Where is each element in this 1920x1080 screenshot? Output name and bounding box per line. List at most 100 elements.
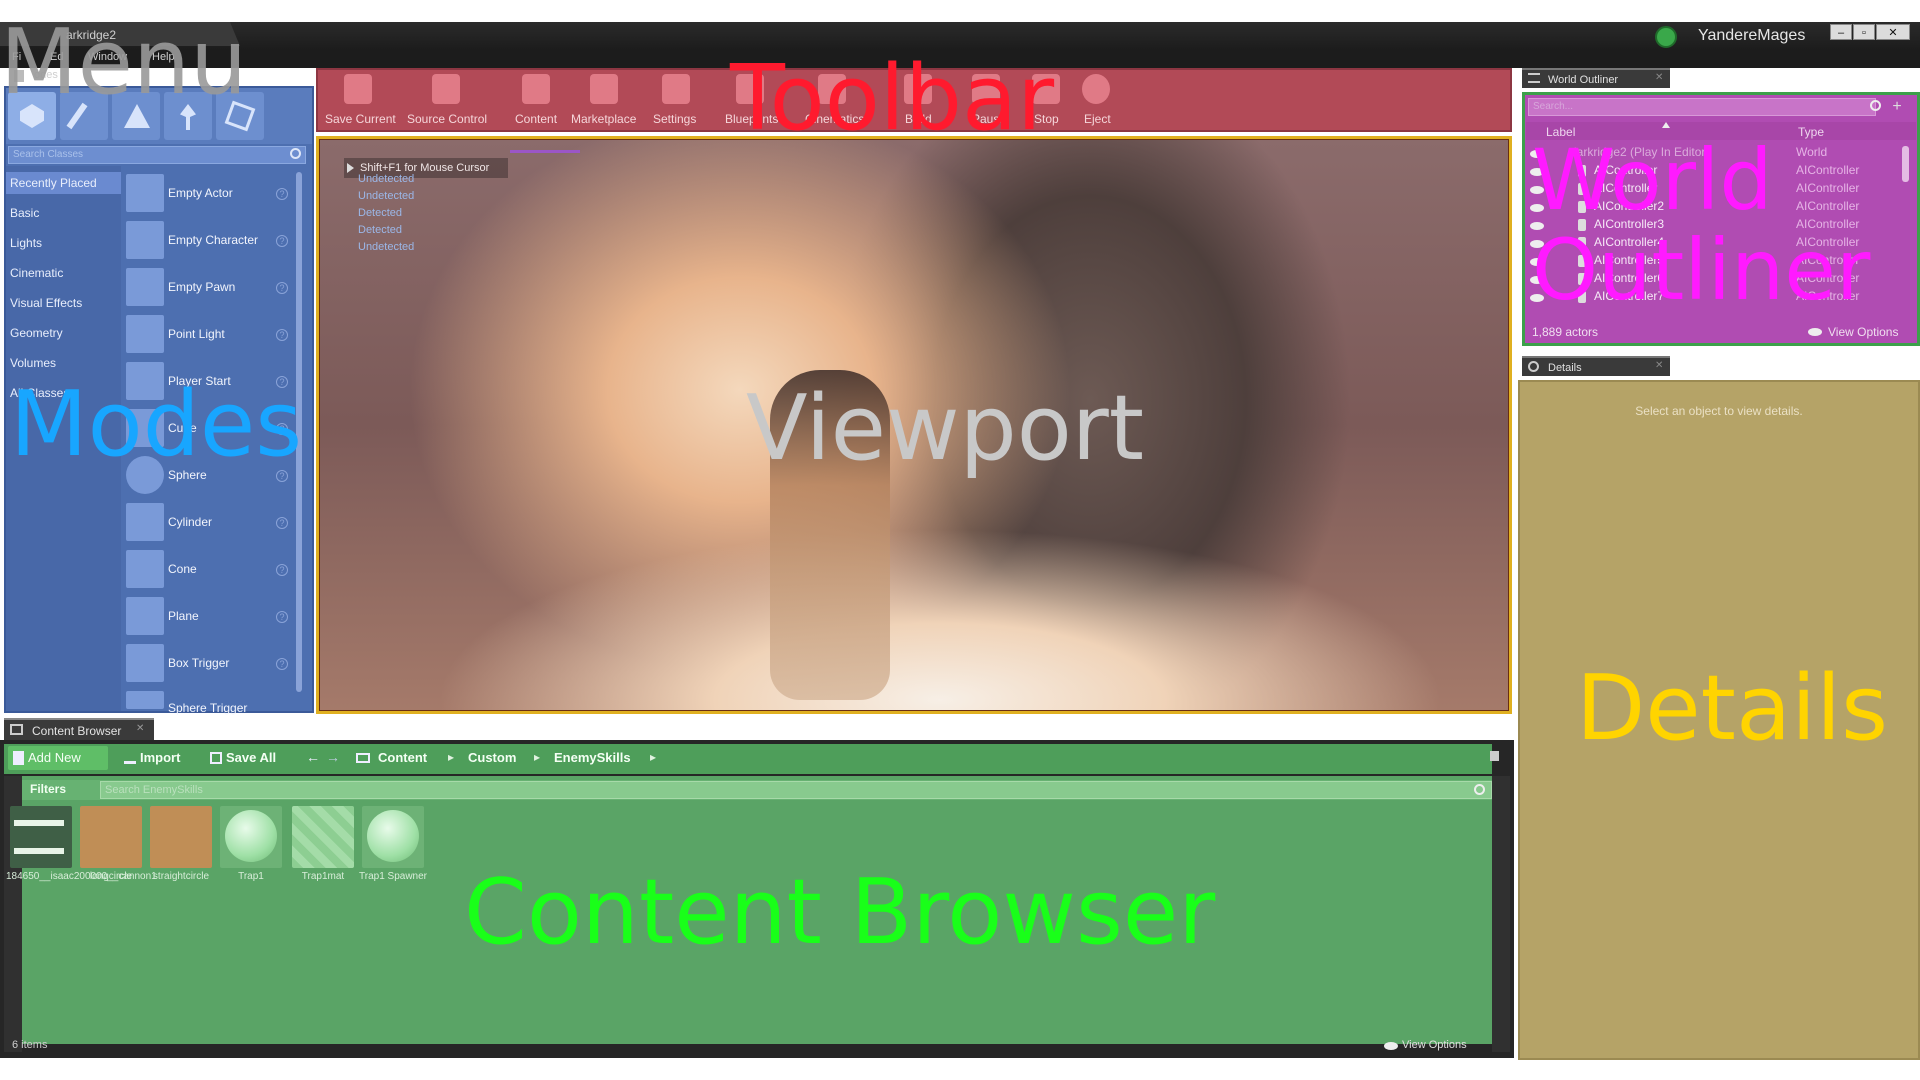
category-volumes[interactable]: Volumes (10, 356, 56, 370)
outliner-search-input[interactable]: Search... (1528, 98, 1876, 116)
place-item-sphere[interactable]: Sphere (168, 468, 207, 482)
category-recently-placed[interactable]: Recently Placed (6, 172, 121, 194)
viewport[interactable] (320, 140, 1508, 710)
help-icon[interactable]: ? (276, 376, 288, 388)
close-icon[interactable]: ✕ (1655, 360, 1663, 371)
category-geometry[interactable]: Geometry (10, 326, 63, 340)
type-column-header[interactable]: Type (1798, 125, 1824, 139)
help-icon[interactable]: ? (276, 329, 288, 341)
visibility-eye-icon[interactable] (1530, 276, 1544, 284)
menu-help[interactable]: Help (152, 51, 175, 63)
back-arrow-icon[interactable]: ← (306, 749, 320, 765)
material-icon[interactable] (80, 806, 142, 868)
category-cinematic[interactable]: Cinematic (10, 266, 63, 280)
paint-mode-tab[interactable] (60, 92, 108, 140)
visibility-eye-icon[interactable] (1530, 150, 1544, 158)
outliner-row-label[interactable]: AIController7 (1594, 289, 1664, 303)
outliner-row-label[interactable]: AIController3 (1594, 217, 1664, 231)
outliner-row-label[interactable]: AIController5 (1594, 253, 1664, 267)
place-item-empty-actor[interactable]: Empty Actor (168, 186, 233, 200)
sound-wave-icon[interactable] (10, 806, 72, 868)
place-item-plane[interactable]: Plane (168, 609, 199, 623)
settings-button[interactable]: Settings (653, 112, 696, 126)
save-all-button[interactable]: Save All (226, 750, 276, 765)
content-button[interactable]: Content (515, 112, 557, 126)
category-basic[interactable]: Basic (10, 206, 39, 220)
texture-icon[interactable] (292, 806, 354, 868)
world-outliner-tab[interactable]: World Outliner (1522, 68, 1670, 88)
help-icon[interactable]: ? (276, 188, 288, 200)
menu-window[interactable]: Window (88, 51, 127, 63)
classes-search-input[interactable]: Search Classes (8, 146, 306, 164)
outliner-row-label[interactable]: darkridge2 (Play In Editor) (1570, 145, 1709, 159)
modes-tab-label[interactable]: odes (34, 69, 58, 81)
add-icon[interactable]: + (1888, 98, 1906, 116)
content-browser-tab[interactable]: Content Browser (4, 718, 154, 740)
source-control-button[interactable]: Source Control (407, 112, 487, 126)
stop-button[interactable]: Stop (1034, 112, 1059, 126)
visibility-eye-icon[interactable] (1530, 204, 1544, 212)
save-current-button[interactable]: Save Current (325, 112, 396, 126)
modes-scrollbar[interactable] (296, 172, 302, 692)
import-button[interactable]: Import (140, 750, 180, 765)
visibility-eye-icon[interactable] (1530, 168, 1544, 176)
filters-button[interactable]: Filters (30, 782, 66, 796)
outliner-scrollbar[interactable] (1902, 146, 1909, 182)
view-options-button[interactable]: View Options (1402, 1039, 1467, 1051)
place-item-player-start[interactable]: Player Start (168, 374, 231, 388)
breadcrumb-enemyskills[interactable]: EnemySkills (554, 750, 631, 765)
category-all-classes[interactable]: All Classes (10, 386, 69, 400)
place-item-box-trigger[interactable]: Box Trigger (168, 656, 229, 670)
place-item-empty-pawn[interactable]: Empty Pawn (168, 280, 235, 294)
visibility-eye-icon[interactable] (1530, 258, 1544, 266)
details-tab[interactable]: Details (1522, 356, 1670, 376)
help-icon[interactable]: ? (276, 658, 288, 670)
outliner-row-label[interactable]: AIController4 (1594, 235, 1664, 249)
outliner-row-label[interactable]: AIController (1594, 163, 1657, 177)
material-icon[interactable] (150, 806, 212, 868)
eject-button[interactable]: Eject (1084, 112, 1111, 126)
help-icon[interactable]: ? (276, 282, 288, 294)
close-window-button[interactable]: ✕ (1876, 24, 1910, 40)
minimize-button[interactable]: – (1830, 24, 1852, 40)
help-icon[interactable]: ? (276, 470, 288, 482)
visibility-eye-icon[interactable] (1530, 222, 1544, 230)
category-visual-effects[interactable]: Visual Effects (10, 296, 82, 310)
outliner-view-options[interactable]: View Options (1828, 325, 1898, 339)
outliner-row-label[interactable]: AIController6 (1594, 271, 1664, 285)
help-icon[interactable]: ? (276, 611, 288, 623)
help-icon[interactable]: ? (276, 423, 288, 435)
help-icon[interactable]: ? (276, 517, 288, 529)
visibility-eye-icon[interactable] (1530, 294, 1544, 302)
close-icon[interactable]: ✕ (136, 723, 144, 734)
category-lights[interactable]: Lights (10, 236, 42, 250)
menu-file[interactable]: Fi (12, 51, 21, 63)
pause-button[interactable]: Pause (972, 112, 1006, 126)
breadcrumb-content[interactable]: Content (378, 750, 427, 765)
label-column-header[interactable]: Label (1546, 125, 1575, 139)
place-item-point-light[interactable]: Point Light (168, 327, 225, 341)
place-item-empty-character[interactable]: Empty Character (168, 233, 258, 247)
help-icon[interactable]: ? (276, 564, 288, 576)
blueprints-button[interactable]: Blueprints (725, 112, 778, 126)
place-item-cone[interactable]: Cone (168, 562, 197, 576)
place-item-sphere-trigger[interactable]: Sphere Trigger (168, 701, 247, 715)
visibility-eye-icon[interactable] (1530, 240, 1544, 248)
place-item-cube[interactable]: Cube (168, 421, 197, 435)
help-icon[interactable]: ? (276, 235, 288, 247)
build-button[interactable]: Build (905, 112, 932, 126)
outliner-row-label[interactable]: AIController2 (1594, 199, 1664, 213)
visibility-eye-icon[interactable] (1530, 186, 1544, 194)
place-item-cylinder[interactable]: Cylinder (168, 515, 212, 529)
close-icon[interactable]: ✕ (1655, 72, 1663, 83)
cinematics-button[interactable]: Cinematics (805, 112, 864, 126)
asset-search-input[interactable]: Search EnemySkills (100, 781, 1492, 799)
breadcrumb-custom[interactable]: Custom (468, 750, 516, 765)
level-tab[interactable] (0, 22, 240, 46)
user-avatar-icon[interactable] (1655, 26, 1677, 48)
lock-icon[interactable] (1490, 751, 1499, 761)
outliner-row-label[interactable]: AIController (1594, 181, 1657, 195)
marketplace-button[interactable]: Marketplace (571, 112, 636, 126)
menu-edit[interactable]: Ed (50, 51, 63, 63)
maximize-button[interactable]: ▫ (1853, 24, 1875, 40)
